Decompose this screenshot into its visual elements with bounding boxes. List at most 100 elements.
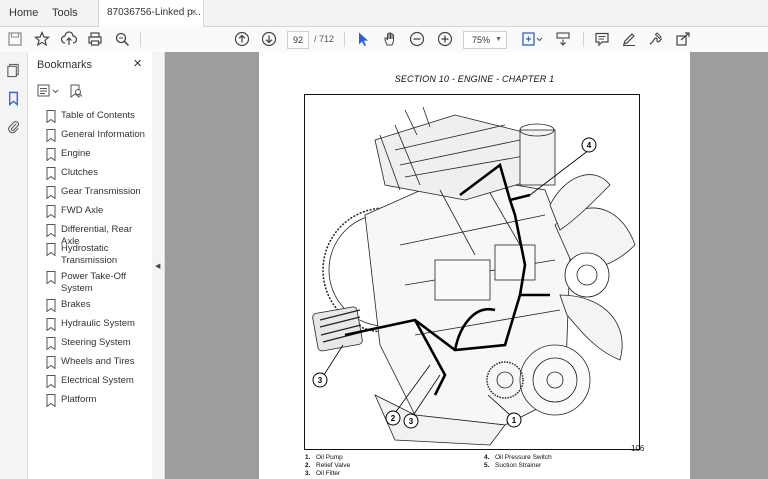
upload-icon[interactable]: [60, 30, 78, 48]
document-tab-title: 87036756-Linked p...: [107, 7, 201, 18]
bookmark-icon: [46, 224, 56, 237]
bookmark-icon: [46, 205, 56, 218]
panel-splitter[interactable]: ◀: [152, 52, 165, 479]
callout-2: 2: [391, 414, 396, 423]
bookmark-label: Wheels and Tires: [61, 356, 135, 367]
legend-item: 3. Oil Filter: [305, 470, 341, 477]
toolbar-separator: [344, 32, 345, 47]
bookmark-star-icon[interactable]: [33, 30, 51, 48]
document-viewer[interactable]: SECTION 10 - ENGINE - CHAPTER 1 4 1 3 2 …: [165, 52, 768, 479]
bookmark-icon: [46, 299, 56, 312]
bookmark-options-icon[interactable]: [37, 84, 61, 98]
legend-item: 5. Suction Strainer: [484, 462, 542, 469]
scroll-mode-icon[interactable]: [554, 30, 572, 48]
bookmark-label: Engine: [61, 148, 91, 159]
bookmark-label: Clutches: [61, 167, 98, 178]
bookmark-icon: [46, 167, 56, 180]
bookmark-item[interactable]: Gear Transmission: [45, 186, 149, 199]
sign-icon[interactable]: [647, 30, 665, 48]
find-bookmark-icon[interactable]: [69, 84, 83, 98]
page-number-input[interactable]: 92: [287, 31, 309, 49]
pages-thumbnails-icon[interactable]: [5, 62, 22, 79]
close-icon[interactable]: ×: [133, 55, 142, 72]
bookmark-icon: [46, 337, 56, 350]
bookmark-label: Hydrostatic Transmission: [61, 243, 118, 266]
bookmark-item[interactable]: Electrical System: [45, 375, 149, 388]
bookmark-label: Gear Transmission: [61, 186, 141, 197]
bookmark-item[interactable]: Steering System: [45, 337, 149, 350]
engine-illustration: 4 1 3 2 3: [312, 106, 636, 446]
bookmark-item[interactable]: Platform: [45, 394, 149, 407]
bookmark-item[interactable]: Hydraulic System: [45, 318, 149, 331]
bookmark-item[interactable]: General Information: [45, 129, 149, 142]
zoom-value: 75%: [472, 35, 491, 45]
bookmark-icon: [46, 271, 56, 284]
bookmark-label: Brakes: [61, 299, 91, 310]
bookmark-icon: [46, 129, 56, 142]
tab-bar: Home Tools 87036756-Linked p... ×: [0, 0, 768, 27]
bookmark-item[interactable]: Engine: [45, 148, 149, 161]
prev-page-icon[interactable]: [233, 30, 251, 48]
search-zoom-icon[interactable]: [113, 30, 131, 48]
toolbar: 92 / 712 75% ▼: [0, 27, 768, 53]
tab-tools[interactable]: Tools: [52, 0, 78, 26]
fit-page-icon[interactable]: [520, 30, 544, 48]
legend-item: 4. Oil Pressure Switch: [484, 454, 552, 461]
hand-tool-icon[interactable]: [381, 30, 399, 48]
callout-4: 4: [587, 141, 592, 150]
bookmark-item[interactable]: Brakes: [45, 299, 149, 312]
bookmark-item[interactable]: Clutches: [45, 167, 149, 180]
select-cursor-icon[interactable]: [354, 30, 372, 48]
bookmark-icon: [46, 356, 56, 369]
tab-document[interactable]: 87036756-Linked p... ×: [98, 0, 204, 27]
print-icon[interactable]: [86, 30, 104, 48]
bookmark-label: Platform: [61, 394, 97, 405]
bookmark-icon: [46, 318, 56, 331]
bookmark-label: Table of Contents: [61, 110, 135, 121]
section-heading: SECTION 10 - ENGINE - CHAPTER 1: [394, 74, 555, 84]
comment-icon[interactable]: [593, 30, 611, 48]
toolbar-separator: [140, 32, 141, 47]
callout-1: 1: [512, 416, 517, 425]
zoom-out-icon[interactable]: [408, 30, 426, 48]
share-icon[interactable]: [674, 30, 692, 48]
bookmark-item[interactable]: FWD Axle: [45, 205, 149, 218]
engine-lubrication-diagram: 4 1 3 2 3: [304, 94, 640, 450]
legend-item: 2. Relief Valve: [305, 462, 351, 469]
bookmark-label: General Information: [61, 129, 145, 140]
callout-3: 3: [318, 376, 323, 385]
bookmark-item[interactable]: Table of Contents: [45, 110, 149, 123]
chevron-down-icon: ▼: [495, 36, 502, 43]
save-icon[interactable]: [6, 30, 24, 48]
bookmark-item[interactable]: Hydrostatic Transmission: [45, 243, 149, 267]
zoom-in-icon[interactable]: [436, 30, 454, 48]
bookmarks-title: Bookmarks: [37, 59, 93, 71]
bookmark-label: Hydraulic System: [61, 318, 135, 329]
legend-right: 4. Oil Pressure Switch 5. Suction Strainer: [484, 454, 552, 470]
bookmark-icon: [46, 148, 56, 161]
toolbar-separator: [583, 32, 584, 47]
close-tab-icon[interactable]: ×: [191, 0, 197, 26]
highlight-pen-icon[interactable]: [620, 30, 638, 48]
navigation-rail: [0, 52, 28, 479]
bookmark-item[interactable]: Power Take-Off System: [45, 271, 149, 295]
bookmarks-panel-icon[interactable]: [5, 90, 22, 107]
tab-home[interactable]: Home: [9, 0, 38, 26]
bookmarks-tools: [37, 82, 117, 100]
bookmark-label: FWD Axle: [61, 205, 104, 216]
bookmark-item[interactable]: Wheels and Tires: [45, 356, 149, 369]
bookmarks-panel: Bookmarks × Table of Contents General Inf…: [28, 52, 153, 479]
attachment-icon[interactable]: [5, 118, 22, 135]
bookmark-icon: [46, 186, 56, 199]
page-total: / 712: [314, 34, 335, 44]
page-number: 106: [631, 444, 645, 453]
next-page-icon[interactable]: [260, 30, 278, 48]
bookmark-icon: [46, 110, 56, 123]
bookmark-icon: [46, 243, 56, 256]
collapse-panel-icon[interactable]: ◀: [155, 262, 160, 270]
zoom-select[interactable]: 75% ▼: [463, 31, 507, 49]
legend-left: 1. Oil Pump 2. Relief Valve 3. Oil Filter: [305, 454, 350, 478]
bookmark-label: Power Take-Off System: [61, 271, 127, 294]
pdf-page: SECTION 10 - ENGINE - CHAPTER 1 4 1 3 2 …: [259, 52, 690, 479]
legend-item: 1. Oil Pump: [305, 454, 343, 461]
